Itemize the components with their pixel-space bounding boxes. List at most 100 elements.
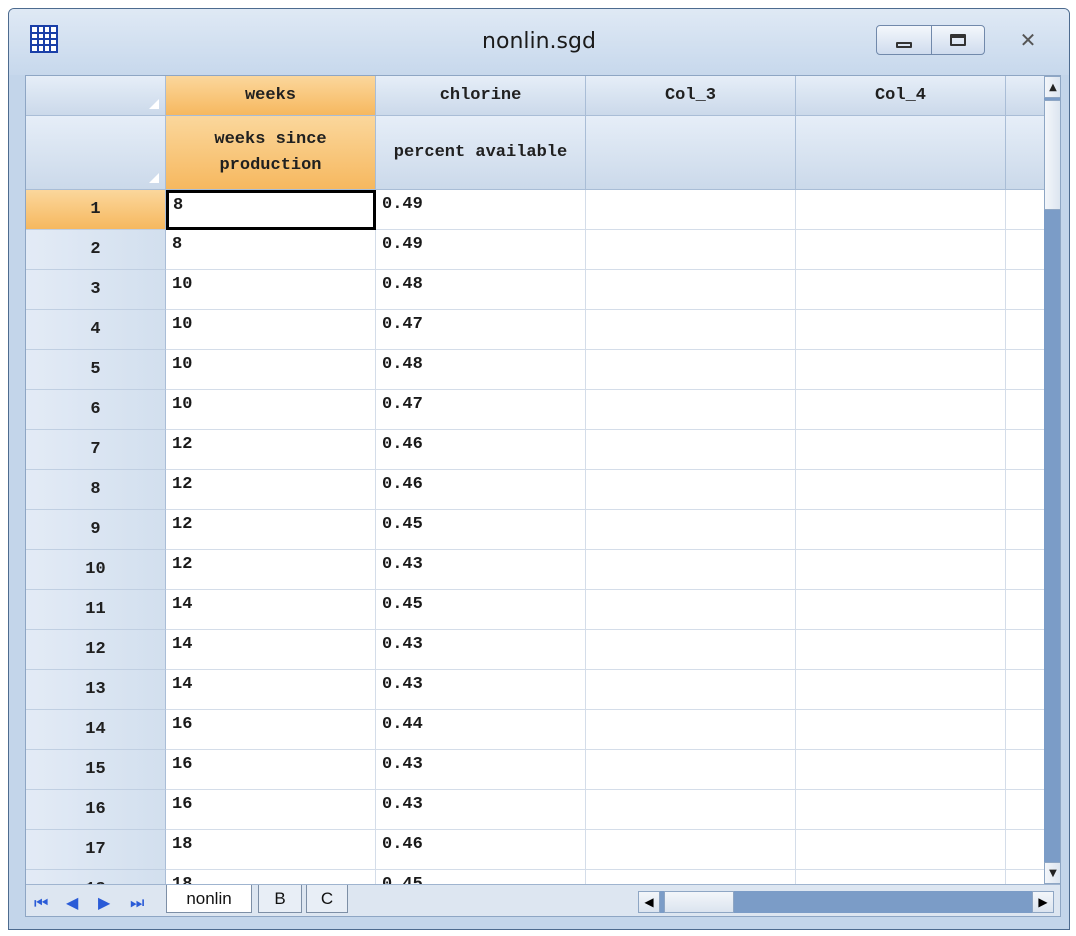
cell-col4[interactable] bbox=[796, 630, 1006, 670]
next-sheet-icon[interactable]: ▶ bbox=[98, 893, 110, 912]
cell-col5[interactable] bbox=[1006, 750, 1044, 790]
row-header[interactable]: 15 bbox=[26, 750, 166, 790]
scroll-left-button[interactable]: ◀ bbox=[638, 891, 660, 913]
cell-col3[interactable] bbox=[586, 350, 796, 390]
cell-col4[interactable] bbox=[796, 270, 1006, 310]
sheet-tab[interactable]: C bbox=[306, 885, 348, 913]
cell-col5[interactable] bbox=[1006, 590, 1044, 630]
cell-col4[interactable] bbox=[796, 710, 1006, 750]
cell-chlorine[interactable]: 0.46 bbox=[376, 430, 586, 470]
row-header[interactable]: 5 bbox=[26, 350, 166, 390]
cell-col3[interactable] bbox=[586, 190, 796, 230]
cell-chlorine[interactable]: 0.45 bbox=[376, 870, 586, 884]
cell-col3[interactable] bbox=[586, 270, 796, 310]
cell-weeks[interactable]: 16 bbox=[166, 710, 376, 750]
sheet-tab[interactable]: nonlin bbox=[166, 885, 252, 913]
scroll-down-button[interactable]: ▼ bbox=[1044, 862, 1060, 884]
cell-chlorine[interactable]: 0.45 bbox=[376, 510, 586, 550]
cell-weeks[interactable]: 18 bbox=[166, 870, 376, 884]
maximize-button[interactable] bbox=[931, 25, 985, 55]
column-header[interactable] bbox=[1006, 76, 1044, 116]
cell-col4[interactable] bbox=[796, 510, 1006, 550]
cell-chlorine[interactable]: 0.43 bbox=[376, 550, 586, 590]
cell-col5[interactable] bbox=[1006, 310, 1044, 350]
cell-col4[interactable] bbox=[796, 870, 1006, 884]
row-header[interactable]: 2 bbox=[26, 230, 166, 270]
column-label[interactable] bbox=[796, 116, 1006, 190]
column-label[interactable]: percent available bbox=[376, 116, 586, 190]
scroll-up-button[interactable]: ▲ bbox=[1044, 76, 1060, 98]
row-header[interactable]: 3 bbox=[26, 270, 166, 310]
cell-weeks[interactable]: 12 bbox=[166, 510, 376, 550]
cell-col3[interactable] bbox=[586, 310, 796, 350]
row-header[interactable]: 17 bbox=[26, 830, 166, 870]
horizontal-scroll-thumb[interactable] bbox=[664, 891, 734, 913]
cell-chlorine[interactable]: 0.46 bbox=[376, 470, 586, 510]
cell-chlorine[interactable]: 0.43 bbox=[376, 630, 586, 670]
cell-weeks[interactable]: 10 bbox=[166, 390, 376, 430]
cell-weeks[interactable]: 14 bbox=[166, 670, 376, 710]
cell-col4[interactable] bbox=[796, 310, 1006, 350]
cell-weeks[interactable]: 12 bbox=[166, 470, 376, 510]
column-header[interactable]: chlorine bbox=[376, 76, 586, 116]
cell-col4[interactable] bbox=[796, 590, 1006, 630]
row-header[interactable]: 1 bbox=[26, 190, 166, 230]
cell-chlorine[interactable]: 0.47 bbox=[376, 310, 586, 350]
cell-col5[interactable] bbox=[1006, 390, 1044, 430]
cell-chlorine[interactable]: 0.49 bbox=[376, 190, 586, 230]
row-header[interactable]: 4 bbox=[26, 310, 166, 350]
close-button[interactable]: ✕ bbox=[999, 25, 1057, 55]
cell-chlorine[interactable]: 0.43 bbox=[376, 670, 586, 710]
cell-col5[interactable] bbox=[1006, 870, 1044, 884]
cell-weeks[interactable]: 8 bbox=[166, 230, 376, 270]
column-header[interactable]: Col_3 bbox=[586, 76, 796, 116]
row-header[interactable]: 10 bbox=[26, 550, 166, 590]
title-bar[interactable]: nonlin.sgd ✕ bbox=[9, 9, 1069, 75]
cell-col5[interactable] bbox=[1006, 270, 1044, 310]
prev-sheet-icon[interactable]: ◀ bbox=[66, 893, 78, 912]
row-header[interactable]: 7 bbox=[26, 430, 166, 470]
row-header[interactable]: 12 bbox=[26, 630, 166, 670]
cell-weeks[interactable]: 8 bbox=[166, 190, 376, 230]
cell-chlorine[interactable]: 0.45 bbox=[376, 590, 586, 630]
cell-col4[interactable] bbox=[796, 670, 1006, 710]
cell-col3[interactable] bbox=[586, 750, 796, 790]
cell-weeks[interactable]: 12 bbox=[166, 430, 376, 470]
cell-chlorine[interactable]: 0.48 bbox=[376, 270, 586, 310]
cell-col5[interactable] bbox=[1006, 790, 1044, 830]
cell-col5[interactable] bbox=[1006, 190, 1044, 230]
column-header[interactable]: Col_4 bbox=[796, 76, 1006, 116]
cell-col3[interactable] bbox=[586, 830, 796, 870]
row-header[interactable]: 9 bbox=[26, 510, 166, 550]
row-header[interactable]: 13 bbox=[26, 670, 166, 710]
cell-col3[interactable] bbox=[586, 870, 796, 884]
row-header[interactable]: 18 bbox=[26, 870, 166, 884]
cell-col3[interactable] bbox=[586, 790, 796, 830]
minimize-button[interactable] bbox=[876, 25, 932, 55]
cell-col3[interactable] bbox=[586, 670, 796, 710]
cell-chlorine[interactable]: 0.44 bbox=[376, 710, 586, 750]
cell-col5[interactable] bbox=[1006, 670, 1044, 710]
vertical-scrollbar[interactable]: ▲ ▼ bbox=[1044, 76, 1060, 884]
cell-col4[interactable] bbox=[796, 230, 1006, 270]
row-header[interactable]: 16 bbox=[26, 790, 166, 830]
cell-col4[interactable] bbox=[796, 790, 1006, 830]
cell-col3[interactable] bbox=[586, 550, 796, 590]
cell-col4[interactable] bbox=[796, 470, 1006, 510]
cell-col5[interactable] bbox=[1006, 230, 1044, 270]
row-header[interactable]: 14 bbox=[26, 710, 166, 750]
cell-col4[interactable] bbox=[796, 390, 1006, 430]
cell-weeks[interactable]: 10 bbox=[166, 270, 376, 310]
cell-col4[interactable] bbox=[796, 550, 1006, 590]
cell-chlorine[interactable]: 0.47 bbox=[376, 390, 586, 430]
vertical-scroll-thumb[interactable] bbox=[1044, 100, 1060, 210]
horizontal-scrollbar[interactable]: ◀ ▶ bbox=[638, 891, 1054, 913]
cell-col5[interactable] bbox=[1006, 710, 1044, 750]
cell-weeks[interactable]: 14 bbox=[166, 590, 376, 630]
cell-weeks[interactable]: 12 bbox=[166, 550, 376, 590]
cell-weeks[interactable]: 10 bbox=[166, 310, 376, 350]
last-sheet-icon[interactable]: ⏭ bbox=[130, 893, 144, 913]
cell-chlorine[interactable]: 0.43 bbox=[376, 750, 586, 790]
cell-col4[interactable] bbox=[796, 430, 1006, 470]
cell-col5[interactable] bbox=[1006, 350, 1044, 390]
